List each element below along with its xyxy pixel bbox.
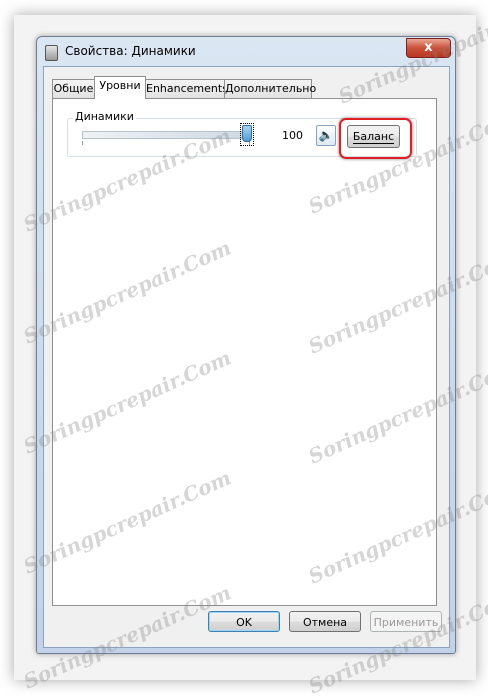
tab-levels[interactable]: Уровни [94,76,146,99]
volume-slider-thumb[interactable] [240,123,254,146]
tab-advanced[interactable]: Дополнительно [224,79,316,98]
window-title: Свойства: Динамики [65,44,196,58]
dialog-client-area: Общие Уровни Enhancements Дополнительно … [43,66,450,648]
cancel-button[interactable]: Отмена [289,611,361,632]
properties-dialog: Свойства: Динамики x Общие Уровни Enhanc… [36,36,456,654]
balance-button[interactable]: Баланс [347,125,400,148]
volume-value: 100 [282,129,303,142]
tab-enhancements[interactable]: Enhancements [145,79,228,98]
speaker-icon: 🔈 [318,128,334,142]
group-label: Динамики [73,110,136,123]
speakers-level-group: Динамики 100 🔈 Баланс [67,110,417,159]
tab-general[interactable]: Общие [52,79,95,98]
ok-button[interactable]: OK [208,611,280,632]
speaker-device-icon [45,45,58,61]
mute-button[interactable]: 🔈 [316,125,336,146]
